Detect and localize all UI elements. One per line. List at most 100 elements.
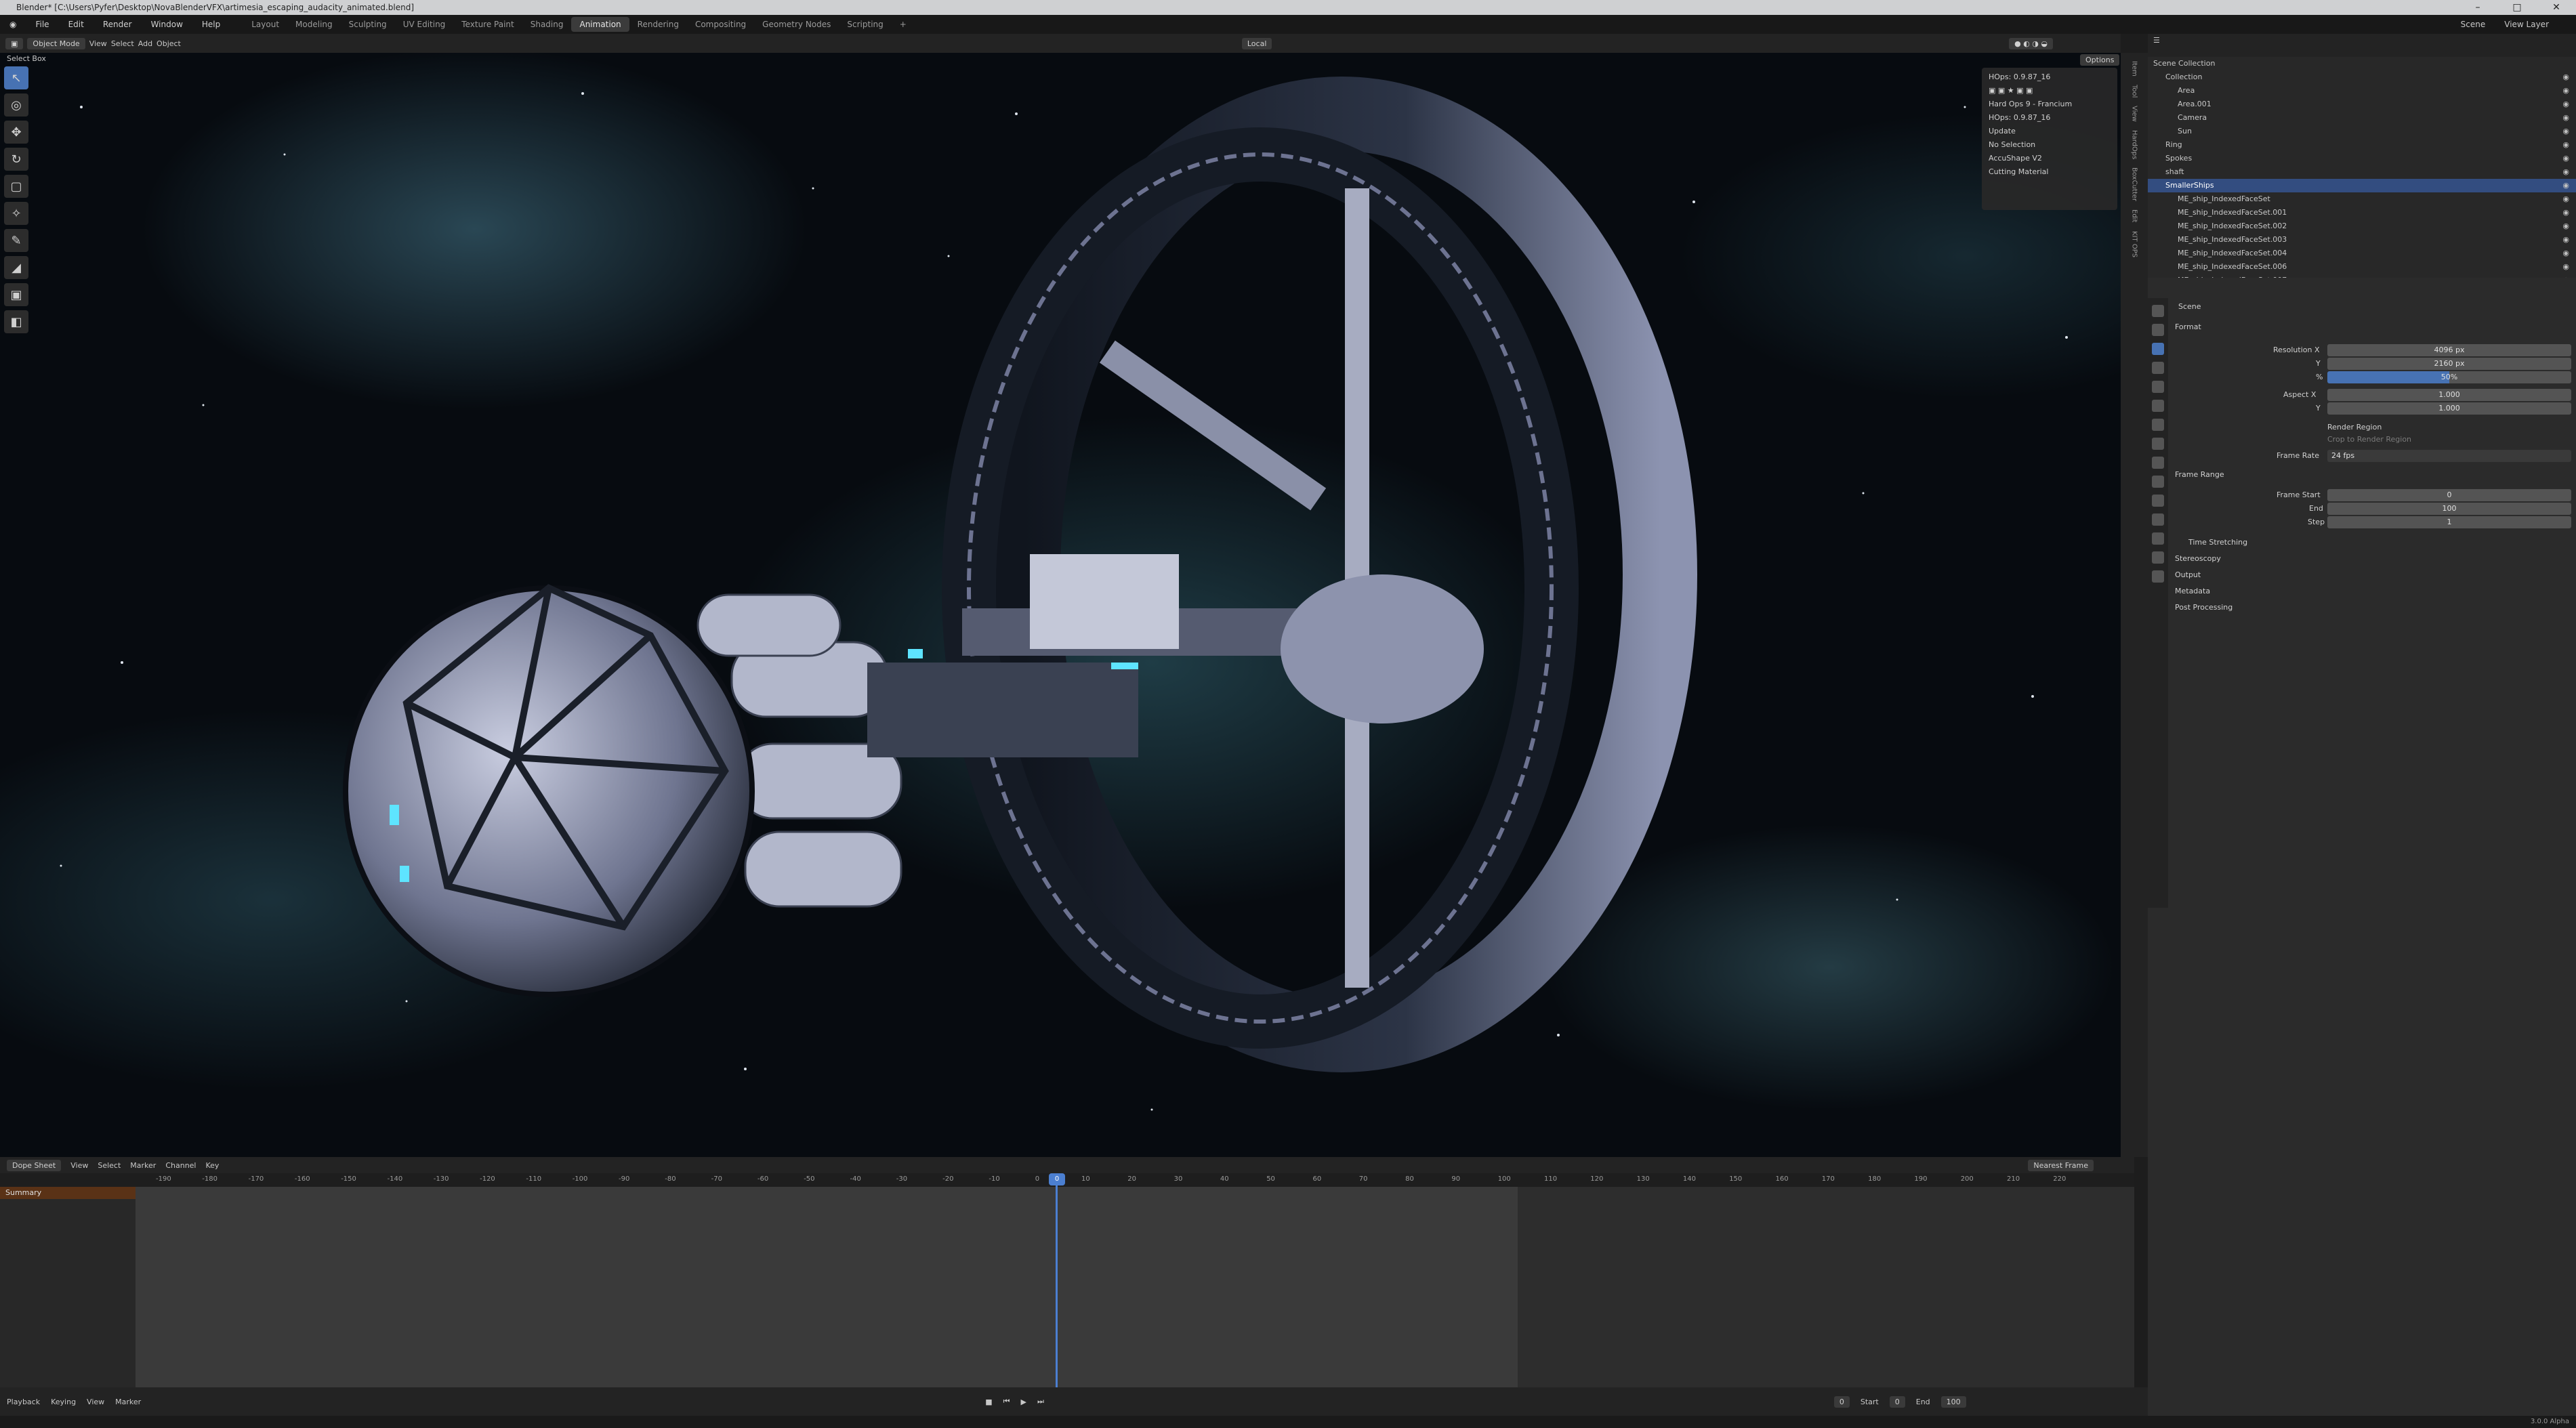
visibility-eye-icon[interactable]: ◉ [2562, 138, 2569, 152]
minimize-icon[interactable]: – [2458, 0, 2497, 15]
scale-tool-icon[interactable]: ▢ [4, 175, 28, 198]
outliner-item[interactable]: ME_ship_IndexedFaceSet.003 ◉ [2148, 233, 2576, 247]
close-icon[interactable]: ✕ [2537, 0, 2576, 15]
playhead[interactable] [1056, 1173, 1058, 1387]
visibility-eye-icon[interactable]: ◉ [2562, 179, 2569, 192]
play-icon[interactable]: ▶ [1021, 1398, 1026, 1406]
outliner-item[interactable]: Ring ◉ [2148, 138, 2576, 152]
cursor-tool-icon[interactable]: ◎ [4, 93, 28, 117]
visibility-eye-icon[interactable]: ◉ [2562, 206, 2569, 219]
texture-props-icon[interactable] [2152, 570, 2164, 583]
ds-menu-view[interactable]: View [70, 1161, 88, 1170]
stereoscopy-panel[interactable]: Stereoscopy [2175, 554, 2221, 563]
outliner-item[interactable]: Spokes ◉ [2148, 152, 2576, 165]
menu-file[interactable]: File [26, 20, 58, 29]
tab-sculpting[interactable]: Sculpting [341, 17, 395, 32]
timeline-ruler[interactable]: -190 -180 -170 -160 -150 -140 -130 -120 -110 -100… [0, 1173, 2134, 1187]
tool-props-icon[interactable] [2152, 305, 2164, 317]
hops-header[interactable]: HOps: 0.9.87_16 [1985, 70, 2115, 84]
menu-render[interactable]: Render [94, 20, 142, 29]
end-frame-field[interactable]: 100 [1940, 1395, 1966, 1408]
tab-modeling[interactable]: Modeling [287, 17, 341, 32]
tab-view[interactable]: View [2131, 106, 2138, 122]
outliner-item[interactable]: shaft ◉ [2148, 165, 2576, 179]
outliner-item[interactable]: ME_ship_IndexedFaceSet ◉ [2148, 192, 2576, 206]
frame-step-field[interactable]: 1 [2327, 516, 2571, 528]
scene-selector[interactable]: Scene [2455, 20, 2491, 29]
outliner-item[interactable]: Camera ◉ [2148, 111, 2576, 125]
world-props-icon[interactable] [2152, 400, 2164, 412]
tab-tool[interactable]: Tool [2131, 85, 2138, 98]
move-tool-icon[interactable]: ✥ [4, 121, 28, 144]
select-box-tool-icon[interactable]: ↖ [4, 66, 28, 89]
visibility-eye-icon[interactable]: ◉ [2562, 125, 2569, 138]
material-props-icon[interactable] [2152, 551, 2164, 564]
time-stretching-subpanel[interactable]: Time Stretching [2188, 538, 2247, 547]
accushape-button[interactable]: AccuShape V2 [1985, 152, 2115, 165]
annotate-tool-icon[interactable]: ✎ [4, 229, 28, 252]
current-frame-field[interactable]: 0 [1833, 1395, 1850, 1408]
collection-props-icon[interactable] [2152, 419, 2164, 431]
frame-rate-select[interactable]: 24 fps [2327, 450, 2571, 462]
visibility-eye-icon[interactable]: ◉ [2562, 165, 2569, 179]
visibility-eye-icon[interactable]: ◉ [2562, 111, 2569, 125]
tab-kitops[interactable]: KIT OPS [2131, 231, 2138, 257]
options-button[interactable]: Options [2080, 54, 2120, 66]
tab-edit[interactable]: Edit [2131, 209, 2138, 222]
tab-layout[interactable]: Layout [243, 17, 287, 32]
view-layer-selector[interactable]: View Layer [2491, 20, 2576, 29]
add-workspace-icon[interactable]: + [892, 17, 915, 32]
visibility-eye-icon[interactable]: ◉ [2562, 260, 2569, 274]
frame-end-field[interactable]: 100 [2327, 503, 2571, 515]
mode-selector[interactable]: Object Mode [27, 37, 85, 49]
visibility-eye-icon[interactable]: ◉ [2562, 152, 2569, 165]
add-cube-tool-icon[interactable]: ▣ [4, 283, 28, 306]
viewport-menu-add[interactable]: Add [138, 39, 152, 48]
tab-hardops[interactable]: HardOps [2131, 130, 2138, 159]
constraints-props-icon[interactable] [2152, 513, 2164, 526]
tab-uv-editing[interactable]: UV Editing [395, 17, 454, 32]
tab-rendering[interactable]: Rendering [629, 17, 687, 32]
visibility-eye-icon[interactable]: ◉ [2562, 84, 2569, 98]
menu-edit[interactable]: Edit [59, 20, 94, 29]
cutting-material-section[interactable]: Cutting Material [1985, 165, 2115, 179]
outliner-item[interactable]: ME_ship_IndexedFaceSet.002 ◉ [2148, 219, 2576, 233]
resolution-x-field[interactable]: 4096 px [2327, 344, 2571, 356]
snap-mode-select[interactable]: Nearest Frame [2028, 1159, 2094, 1171]
render-region-checkbox[interactable]: Render Region [2327, 423, 2382, 432]
playback-view-menu[interactable]: View [87, 1398, 104, 1406]
outliner-item[interactable]: Area.001 ◉ [2148, 98, 2576, 111]
menu-help[interactable]: Help [192, 20, 230, 29]
visibility-eye-icon[interactable]: ◉ [2562, 247, 2569, 260]
playback-marker-menu[interactable]: Marker [115, 1398, 141, 1406]
resolution-pct-slider[interactable]: 50% [2327, 371, 2571, 383]
visibility-eye-icon[interactable]: ◉ [2562, 233, 2569, 247]
tab-shading[interactable]: Shading [522, 17, 572, 32]
data-props-icon[interactable] [2152, 532, 2164, 545]
output-panel[interactable]: Output [2175, 570, 2201, 579]
outliner-item[interactable]: ME_ship_IndexedFaceSet.004 ◉ [2148, 247, 2576, 260]
visibility-eye-icon[interactable]: ◉ [2562, 219, 2569, 233]
physics-props-icon[interactable] [2152, 495, 2164, 507]
tab-animation[interactable]: Animation [571, 17, 629, 32]
playback-menu[interactable]: Playback [7, 1398, 40, 1406]
summary-channel[interactable]: Summary [0, 1187, 136, 1199]
blender-logo-icon[interactable]: ◉ [0, 20, 26, 29]
current-frame-indicator[interactable]: 0 [1049, 1173, 1065, 1185]
shading-modes[interactable]: ● ◐ ◑ ◒ [2009, 37, 2053, 49]
resolution-y-field[interactable]: 2160 px [2327, 358, 2571, 370]
ds-menu-marker[interactable]: Marker [130, 1161, 156, 1170]
hops-icon-row[interactable]: ▣ ▣ ★ ▣ ▣ [1985, 84, 2115, 98]
3d-viewport[interactable]: ↖ ◎ ✥ ↻ ▢ ✧ ✎ ◢ ▣ ◧ Select Box Options [0, 53, 2121, 1157]
metadata-panel[interactable]: Metadata [2175, 587, 2210, 595]
boxcutter-tool-icon[interactable]: ◧ [4, 310, 28, 333]
tab-geometry-nodes[interactable]: Geometry Nodes [754, 17, 839, 32]
tab-item[interactable]: Item [2131, 61, 2138, 77]
jump-start-icon[interactable]: ⏮ [1003, 1397, 1010, 1406]
view-layer-props-icon[interactable] [2152, 362, 2164, 374]
aspect-y-field[interactable]: 1.000 [2327, 402, 2571, 415]
menu-window[interactable]: Window [142, 20, 192, 29]
dope-sheet-mode[interactable]: Dope Sheet [7, 1159, 62, 1171]
measure-tool-icon[interactable]: ◢ [4, 256, 28, 279]
object-props-icon[interactable] [2152, 438, 2164, 450]
